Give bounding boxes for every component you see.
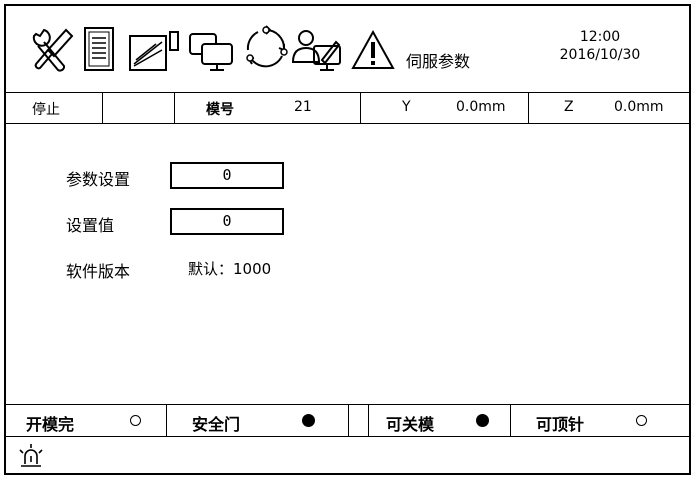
operator-icon[interactable] (290, 20, 346, 78)
cycle-icon[interactable] (242, 20, 290, 78)
z-axis-label: Z (564, 99, 574, 115)
y-axis-value: 0.0mm (456, 99, 506, 115)
signal-label: 可关模 (386, 415, 435, 434)
param-setting-input[interactable]: 0 (170, 162, 284, 189)
document-icon[interactable] (82, 20, 116, 78)
set-value-input[interactable]: 0 (170, 208, 284, 235)
divider (166, 405, 167, 436)
divider (360, 93, 361, 123)
divider (368, 405, 369, 436)
divider (102, 93, 103, 123)
divider (510, 405, 511, 436)
screen-frame: 伺服参数 12:00 2016/10/30 停止 模号 21 Y 0.0mm Z… (4, 4, 691, 475)
software-version-label: 软件版本 (66, 262, 131, 281)
divider (348, 405, 349, 436)
mold-number-value: 21 (294, 99, 312, 115)
clock-date: 2016/10/30 (559, 47, 641, 63)
servo-parameter-form: 参数设置 0 设置值 0 软件版本 默认：1000 (6, 124, 689, 404)
io-signal-bar: 开模完 安全门 可关模 可顶针 (6, 404, 689, 437)
indicator-on-icon (476, 414, 489, 427)
indicator-off-icon (636, 415, 647, 426)
alarm-light-icon[interactable] (16, 442, 46, 474)
warning-icon[interactable] (348, 20, 398, 78)
software-version-value: 默认：1000 (188, 260, 272, 278)
divider (174, 93, 175, 123)
signal-label: 可顶针 (536, 415, 585, 434)
mold-number-label: 模号 (206, 102, 234, 118)
machine-state: 停止 (32, 102, 60, 118)
status-bar: 停止 模号 21 Y 0.0mm Z 0.0mm (6, 92, 689, 124)
y-axis-label: Y (402, 99, 411, 115)
tools-icon[interactable] (26, 20, 76, 78)
clock-time: 12:00 (579, 29, 621, 45)
signal-label: 安全门 (192, 415, 241, 434)
set-value-label: 设置值 (66, 216, 115, 235)
page-title: 伺服参数 (406, 52, 471, 71)
monitors-icon[interactable] (186, 20, 238, 78)
clock: 12:00 2016/10/30 (554, 28, 646, 64)
divider (528, 93, 529, 123)
indicator-on-icon (302, 414, 315, 427)
z-axis-value: 0.0mm (614, 99, 664, 115)
param-setting-label: 参数设置 (66, 170, 131, 189)
notepad-icon[interactable] (126, 20, 182, 78)
toolbar: 伺服参数 12:00 2016/10/30 (6, 6, 689, 92)
signal-label: 开模完 (26, 415, 75, 434)
indicator-off-icon (130, 415, 141, 426)
